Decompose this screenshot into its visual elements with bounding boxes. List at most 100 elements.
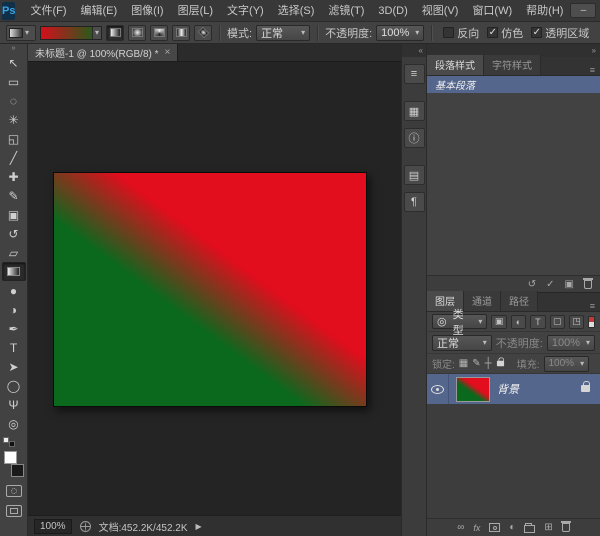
menu-3d[interactable]: 3D(D) — [371, 0, 414, 22]
hand-tool[interactable]: Ψ — [2, 395, 26, 414]
path-selection-tool[interactable]: ➤ — [2, 357, 26, 376]
screen-mode-button[interactable] — [6, 505, 22, 517]
style-list-item[interactable]: 基本段落 — [427, 76, 600, 93]
history-panel-button[interactable]: ≡ — [404, 64, 425, 84]
type-tool[interactable]: T — [2, 338, 26, 357]
layer-opacity-select[interactable]: 100% ▾ — [547, 335, 595, 351]
filter-smart-object-button[interactable]: ◳ — [569, 315, 584, 329]
swatches-panel-button[interactable]: ▦ — [404, 101, 425, 121]
clone-stamp-tool[interactable]: ▣ — [2, 205, 26, 224]
default-colors-button[interactable] — [3, 437, 15, 447]
tab-paragraph-styles[interactable]: 段落样式 — [427, 55, 484, 75]
menu-window[interactable]: 窗口(W) — [465, 0, 519, 22]
menu-filter[interactable]: 滤镜(T) — [321, 0, 371, 22]
menu-image[interactable]: 图像(I) — [124, 0, 170, 22]
gradient-editor-swatch[interactable]: ▾ — [40, 26, 102, 40]
reverse-option[interactable]: 反向 — [443, 25, 479, 41]
brush-tool[interactable]: ✎ — [2, 186, 26, 205]
pen-tool[interactable]: ✒ — [2, 319, 26, 338]
ellipse-tool[interactable]: ◯ — [2, 376, 26, 395]
dither-checkbox[interactable]: ✓ — [487, 27, 498, 38]
menu-layer[interactable]: 图层(L) — [171, 0, 220, 22]
menu-select[interactable]: 选择(S) — [271, 0, 322, 22]
healing-brush-tool[interactable]: ✚ — [2, 167, 26, 186]
eraser-tool[interactable]: ▱ — [2, 243, 26, 262]
new-group-button[interactable] — [524, 525, 535, 533]
zoom-level-field[interactable]: 100% — [34, 519, 72, 534]
layer-visibility-toggle[interactable] — [427, 374, 449, 404]
minimize-button[interactable]: – — [570, 3, 596, 18]
tab-character-styles[interactable]: 字符样式 — [484, 55, 541, 75]
redefine-style-button[interactable]: ✓ — [546, 279, 554, 290]
reverse-checkbox[interactable] — [443, 27, 454, 38]
new-style-button[interactable]: ▣ — [565, 279, 574, 290]
panel-menu-icon[interactable]: ≡ — [590, 301, 600, 311]
lock-all-button[interactable] — [497, 361, 504, 367]
background-color-swatch[interactable] — [11, 464, 24, 477]
quick-selection-tool[interactable]: ✳ — [2, 110, 26, 129]
menu-edit[interactable]: 编辑(E) — [74, 0, 125, 22]
menu-type[interactable]: 文字(Y) — [220, 0, 271, 22]
tool-preset-picker[interactable]: ▾ — [6, 25, 36, 41]
status-menu-arrow-icon[interactable]: ▶ — [196, 522, 202, 531]
gradient-tool[interactable] — [2, 262, 26, 281]
add-mask-button[interactable] — [489, 523, 500, 532]
layer-thumbnail[interactable] — [456, 377, 490, 402]
lock-transparent-button[interactable]: ▦ — [459, 358, 468, 369]
radial-gradient-button[interactable] — [128, 25, 146, 41]
history-brush-tool[interactable]: ↺ — [2, 224, 26, 243]
tab-paths[interactable]: 路径 — [501, 291, 538, 311]
dodge-tool[interactable]: ◑ — [2, 300, 26, 319]
eyedropper-tool[interactable]: ╱ — [2, 148, 26, 167]
zoom-tool[interactable]: ◎ — [2, 414, 26, 433]
filter-shape-button[interactable]: ▢ — [550, 315, 565, 329]
move-tool[interactable]: ↖ — [2, 53, 26, 72]
new-layer-button[interactable]: ⊞ — [544, 522, 552, 533]
quick-mask-button[interactable] — [6, 485, 22, 497]
angle-gradient-button[interactable] — [150, 25, 168, 41]
linear-gradient-icon — [110, 28, 121, 37]
filter-type-button[interactable]: T — [530, 315, 545, 329]
lock-paint-button[interactable]: ✎ — [472, 358, 480, 369]
info-panel-button[interactable]: ⓘ — [404, 128, 425, 148]
close-icon[interactable]: × — [165, 47, 171, 58]
toolbar-collapse-icon[interactable]: » — [12, 45, 16, 53]
adjustment-layer-button[interactable]: ◐ — [509, 522, 515, 533]
chevron-down-icon[interactable]: ▾ — [92, 27, 101, 39]
filter-pixel-button[interactable]: ▣ — [491, 315, 506, 329]
link-layers-button[interactable]: ∞ — [457, 522, 464, 533]
delete-layer-button[interactable] — [562, 523, 570, 532]
menu-file[interactable]: 文件(F) — [23, 0, 73, 22]
lock-position-button[interactable]: ┼ — [485, 358, 492, 369]
dock-expand-icon[interactable]: « — [402, 44, 426, 57]
opacity-select[interactable]: 100% ▾ — [376, 25, 424, 41]
blur-tool[interactable]: ● — [2, 281, 26, 300]
filter-adjustment-button[interactable]: ◐ — [511, 315, 526, 329]
menu-help[interactable]: 帮助(H) — [519, 0, 570, 22]
document-tab[interactable]: 未标题-1 @ 100%(RGB/8) * × — [28, 44, 178, 61]
crop-tool[interactable]: ◱ — [2, 129, 26, 148]
marquee-tool[interactable]: ▭ — [2, 72, 26, 91]
foreground-color-swatch[interactable] — [4, 451, 17, 464]
blend-mode-select[interactable]: 正常 ▾ — [256, 25, 310, 41]
menu-view[interactable]: 视图(V) — [415, 0, 466, 22]
paragraph-panel-button[interactable]: ¶ — [404, 192, 425, 212]
filter-kind-select[interactable]: ◎ 类型 ▾ — [432, 314, 487, 329]
transparency-checkbox[interactable]: ✓ — [531, 27, 542, 38]
diamond-gradient-button[interactable] — [194, 25, 212, 41]
transparency-option[interactable]: ✓ 透明区域 — [531, 25, 589, 41]
fill-select[interactable]: 100% ▾ — [544, 356, 590, 372]
clear-override-button[interactable]: ↺ — [528, 279, 536, 290]
canvas-gradient-image[interactable] — [53, 172, 367, 407]
layer-blend-mode-select[interactable]: 正常 ▾ — [432, 335, 492, 351]
linear-gradient-button[interactable] — [106, 25, 124, 41]
layer-style-button[interactable]: fx — [473, 523, 480, 533]
lasso-tool[interactable]: ◌ — [2, 91, 26, 110]
reflected-gradient-button[interactable] — [172, 25, 190, 41]
delete-style-button[interactable] — [584, 280, 592, 289]
panel-menu-icon[interactable]: ≡ — [590, 65, 600, 75]
filter-toggle-switch[interactable] — [588, 316, 595, 328]
character-panel-button[interactable]: ▤ — [404, 165, 425, 185]
dither-option[interactable]: ✓ 仿色 — [487, 25, 523, 41]
background-layer-row[interactable]: 背景 — [427, 374, 600, 404]
